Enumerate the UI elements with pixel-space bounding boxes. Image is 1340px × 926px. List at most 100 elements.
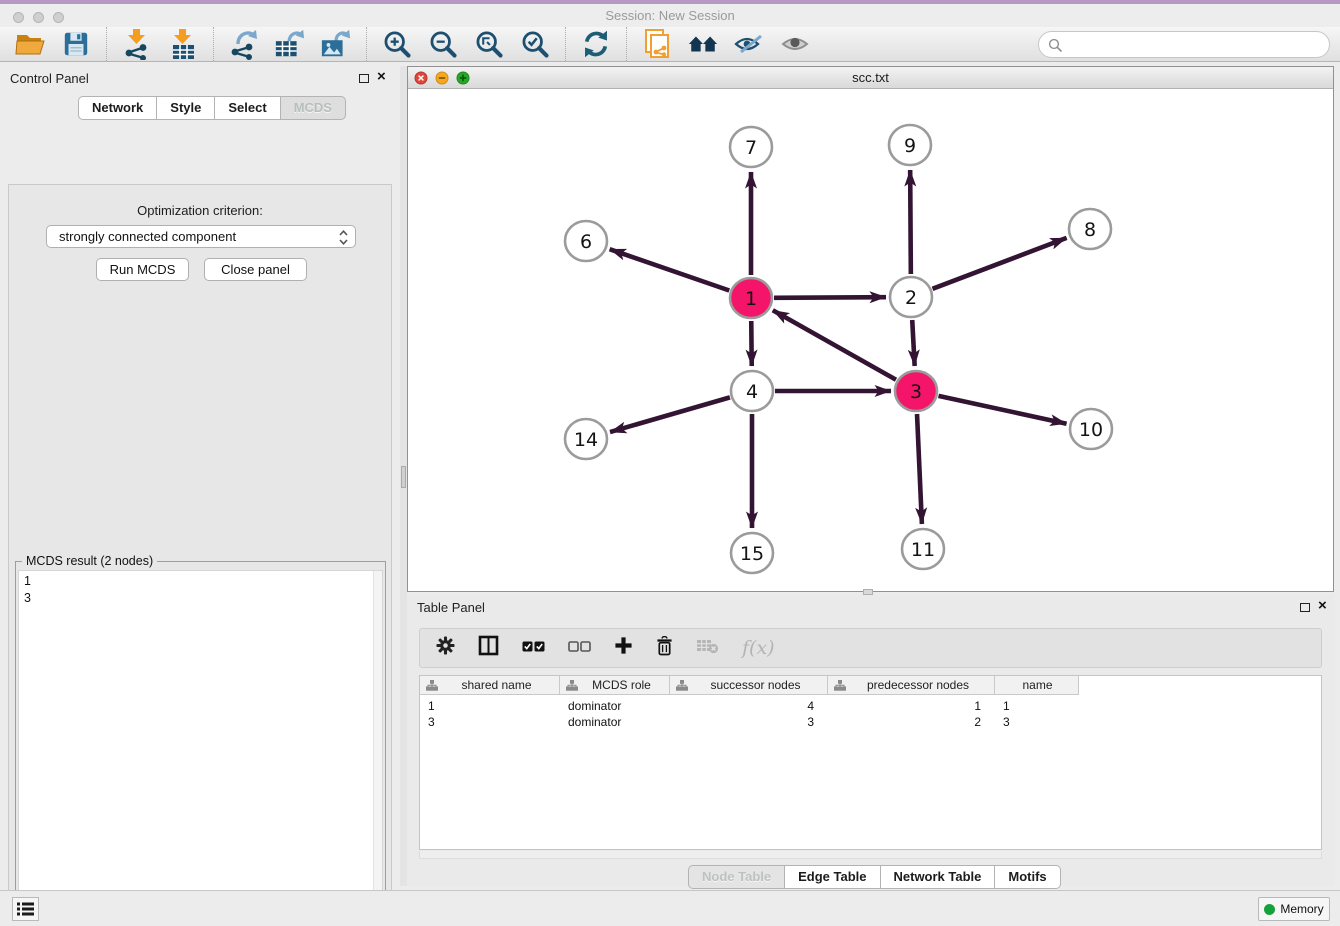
node-3[interactable]: 3 bbox=[895, 371, 937, 411]
table-hscrollbar[interactable] bbox=[419, 851, 1322, 859]
svg-text:8: 8 bbox=[1084, 219, 1096, 241]
edge-3-1[interactable] bbox=[773, 310, 896, 379]
node-1[interactable]: 1 bbox=[730, 278, 772, 318]
app-titlebar: Session: New Session bbox=[0, 4, 1340, 27]
memory-button[interactable]: Memory bbox=[1258, 897, 1330, 921]
tab-style[interactable]: Style bbox=[156, 96, 215, 120]
zoom-in-icon[interactable] bbox=[381, 28, 413, 60]
node-15[interactable]: 15 bbox=[731, 533, 773, 573]
tab-network-table[interactable]: Network Table bbox=[880, 865, 996, 889]
gear-icon[interactable] bbox=[436, 636, 455, 660]
network-file-icon[interactable] bbox=[641, 28, 673, 60]
show-all-icon[interactable] bbox=[779, 28, 811, 60]
save-session-icon[interactable] bbox=[60, 28, 92, 60]
import-network-icon[interactable] bbox=[121, 28, 153, 60]
export-network-icon[interactable] bbox=[228, 28, 260, 60]
node-8[interactable]: 8 bbox=[1069, 209, 1111, 249]
column-header-shared-name[interactable]: shared name bbox=[420, 676, 560, 695]
export-table-icon[interactable] bbox=[274, 28, 306, 60]
mcds-panel: Optimization criterion: strongly connect… bbox=[8, 184, 392, 926]
function-builder-icon[interactable]: f(x) bbox=[742, 637, 775, 659]
result-scrollbar[interactable] bbox=[373, 571, 382, 924]
cell-name[interactable]: 3 bbox=[995, 714, 1079, 730]
show-panels-button[interactable] bbox=[12, 897, 39, 921]
delete-column-icon[interactable] bbox=[696, 638, 719, 659]
dropdown-stepper-icon bbox=[339, 230, 348, 245]
deselect-all-icon[interactable] bbox=[568, 639, 591, 658]
edge-4-14[interactable] bbox=[610, 397, 730, 432]
column-header-successor-nodes[interactable]: successor nodes bbox=[670, 676, 828, 695]
cell-successor-nodes[interactable]: 3 bbox=[670, 714, 828, 730]
tab-edge-table[interactable]: Edge Table bbox=[784, 865, 880, 889]
mcds-result-textarea[interactable]: 1 3 bbox=[18, 570, 383, 925]
node-6[interactable]: 6 bbox=[565, 221, 607, 261]
tab-mcds[interactable]: MCDS bbox=[280, 96, 346, 120]
edge-3-11[interactable] bbox=[917, 414, 922, 524]
search-field[interactable] bbox=[1038, 31, 1330, 58]
select-all-icon[interactable] bbox=[522, 639, 545, 658]
close-panel-button[interactable]: Close panel bbox=[204, 258, 307, 281]
svg-text:10: 10 bbox=[1079, 419, 1103, 441]
criterion-dropdown[interactable]: strongly connected component bbox=[46, 225, 356, 248]
node-9[interactable]: 9 bbox=[889, 125, 931, 165]
cell-predecessor-nodes[interactable]: 2 bbox=[828, 714, 995, 730]
edge-2-8[interactable] bbox=[933, 238, 1067, 289]
cell-name[interactable]: 1 bbox=[995, 698, 1079, 714]
svg-text:2: 2 bbox=[905, 287, 917, 309]
zoom-selected-icon[interactable] bbox=[519, 28, 551, 60]
svg-text:3: 3 bbox=[910, 381, 922, 403]
refresh-layout-icon[interactable] bbox=[580, 28, 612, 60]
column-header-MCDS-role[interactable]: MCDS role bbox=[560, 676, 670, 695]
edge-2-9[interactable] bbox=[910, 170, 911, 274]
network-title: scc.txt bbox=[408, 70, 1333, 85]
node-4[interactable]: 4 bbox=[731, 371, 773, 411]
node-10[interactable]: 10 bbox=[1070, 409, 1112, 449]
edge-2-3[interactable] bbox=[912, 320, 914, 366]
cell-shared-name[interactable]: 1 bbox=[420, 698, 560, 714]
node-2[interactable]: 2 bbox=[890, 277, 932, 317]
zoom-out-icon[interactable] bbox=[427, 28, 459, 60]
float-panel-icon[interactable] bbox=[359, 74, 369, 83]
tab-motifs[interactable]: Motifs bbox=[994, 865, 1060, 889]
edge-1-6[interactable] bbox=[610, 249, 730, 290]
mcds-result-title: MCDS result (2 nodes) bbox=[22, 554, 157, 568]
node-7[interactable]: 7 bbox=[730, 127, 772, 167]
close-panel-icon[interactable]: × bbox=[377, 68, 386, 85]
run-mcds-button[interactable]: Run MCDS bbox=[96, 258, 189, 281]
first-neighbors-icon[interactable] bbox=[687, 28, 719, 60]
node-11[interactable]: 11 bbox=[902, 529, 944, 569]
export-image-icon[interactable] bbox=[320, 28, 352, 60]
network-window-titlebar[interactable]: scc.txt bbox=[408, 67, 1333, 89]
cell-MCDS-role[interactable]: dominator bbox=[560, 698, 670, 714]
add-column-icon[interactable] bbox=[614, 636, 633, 660]
cell-shared-name[interactable]: 3 bbox=[420, 714, 560, 730]
table-tabs: Node TableEdge TableNetwork TableMotifs bbox=[688, 865, 1061, 889]
delete-icon[interactable] bbox=[656, 636, 673, 661]
svg-text:11: 11 bbox=[911, 539, 935, 561]
cell-predecessor-nodes[interactable]: 1 bbox=[828, 698, 995, 714]
mcds-result-text: 1 3 bbox=[24, 573, 31, 607]
float-table-panel-icon[interactable] bbox=[1300, 603, 1310, 612]
hide-selected-icon[interactable] bbox=[733, 28, 765, 60]
table-row[interactable]: 1dominator411 bbox=[420, 698, 1079, 714]
cell-successor-nodes[interactable]: 4 bbox=[670, 698, 828, 714]
open-session-icon[interactable] bbox=[14, 28, 46, 60]
columns-icon[interactable] bbox=[478, 635, 499, 661]
tab-network[interactable]: Network bbox=[78, 96, 157, 120]
edge-3-10[interactable] bbox=[938, 396, 1066, 424]
splitter-handle[interactable] bbox=[401, 466, 406, 488]
column-header-predecessor-nodes[interactable]: predecessor nodes bbox=[828, 676, 995, 695]
zoom-fit-icon[interactable] bbox=[473, 28, 505, 60]
table-row[interactable]: 3dominator323 bbox=[420, 714, 1079, 730]
search-input[interactable] bbox=[1069, 33, 1321, 56]
column-header-name[interactable]: name bbox=[995, 676, 1079, 695]
tab-node-table[interactable]: Node Table bbox=[688, 865, 785, 889]
network-canvas[interactable]: 1 2 3 4 6 7 8 9 10 11 14 15 bbox=[408, 89, 1333, 591]
close-table-panel-icon[interactable]: × bbox=[1318, 597, 1327, 614]
node-14[interactable]: 14 bbox=[565, 419, 607, 459]
tab-select[interactable]: Select bbox=[214, 96, 280, 120]
edge-1-2[interactable] bbox=[774, 297, 886, 298]
import-table-icon[interactable] bbox=[167, 28, 199, 60]
cell-MCDS-role[interactable]: dominator bbox=[560, 714, 670, 730]
panel-splitter[interactable] bbox=[400, 66, 407, 886]
